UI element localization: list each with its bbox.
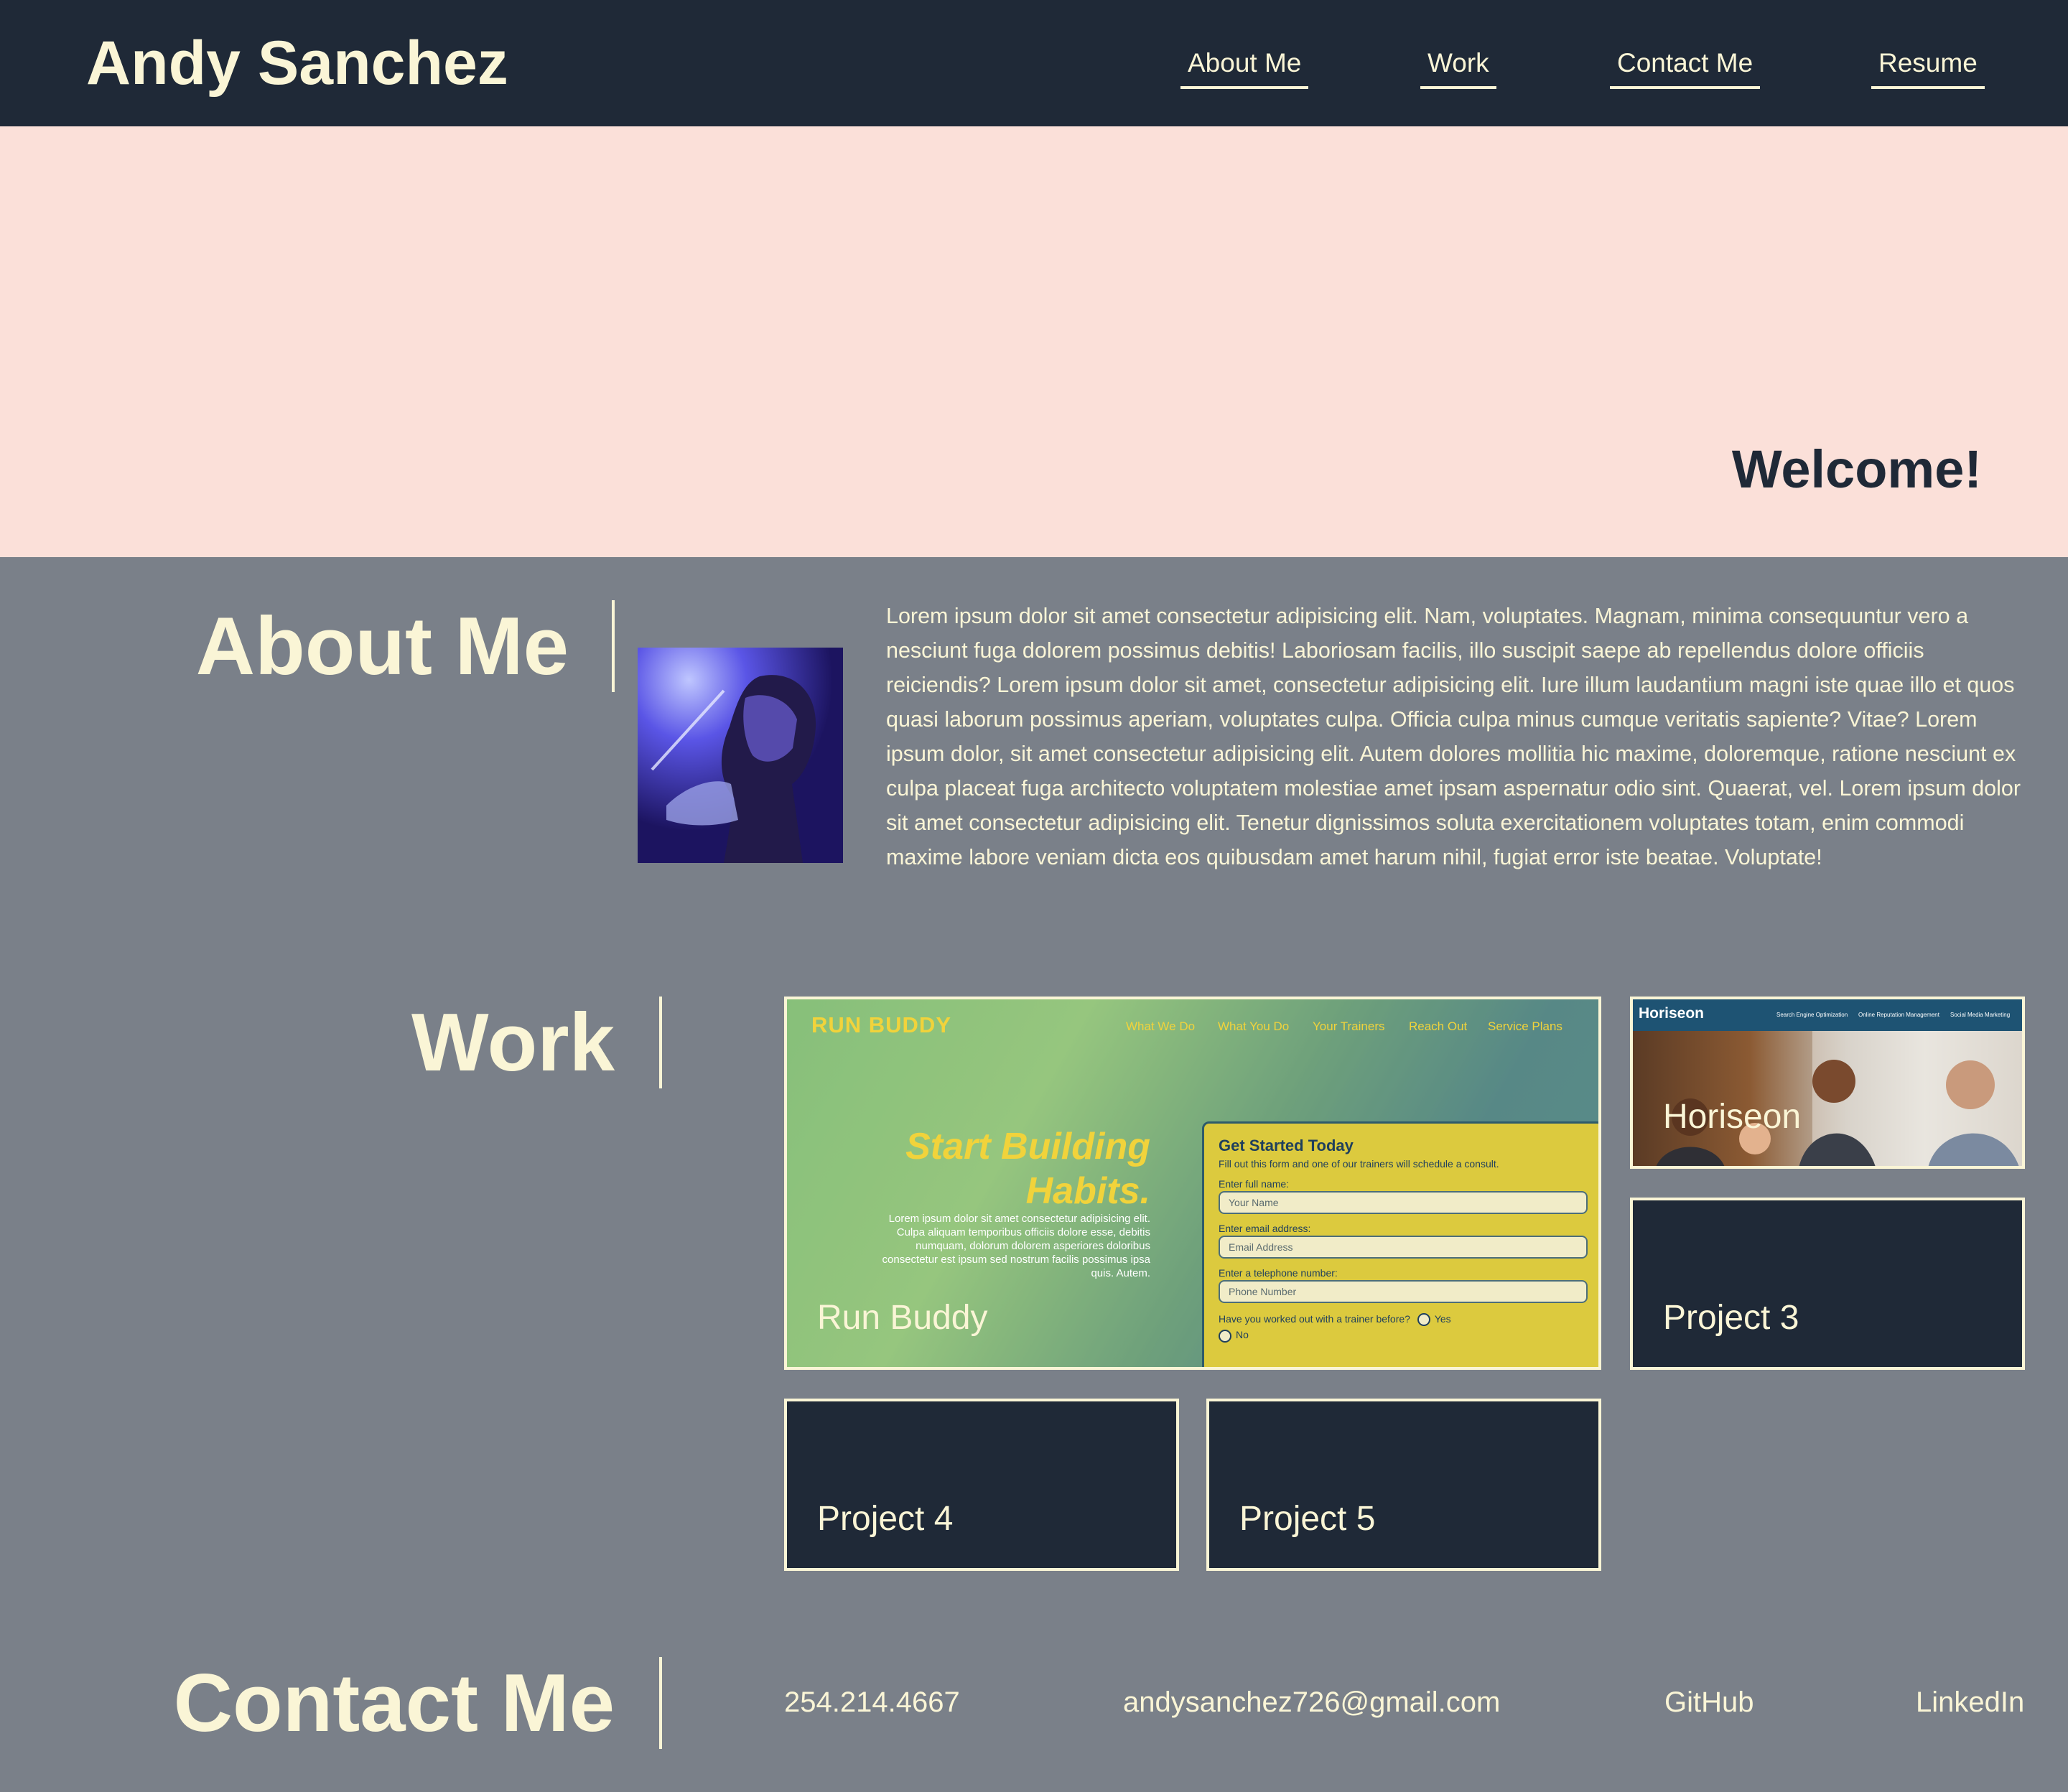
- run-buddy-form-input: Email Address: [1219, 1236, 1588, 1259]
- about-paragraph: Lorem ipsum dolor sit amet consectetur a…: [886, 604, 2021, 869]
- work-title-divider: [659, 997, 662, 1088]
- hero-banner: Welcome!: [0, 126, 2068, 557]
- nav-link-work[interactable]: Work: [1420, 47, 1496, 89]
- radio-icon: [1219, 1329, 1231, 1343]
- project-card-run-buddy[interactable]: RUN BUDDY What We Do What You Do Your Tr…: [784, 997, 1601, 1370]
- run-buddy-form-input: Phone Number: [1219, 1280, 1588, 1303]
- work-title: Work: [411, 997, 615, 1088]
- radio-icon: [1417, 1313, 1430, 1327]
- nav-link-resume[interactable]: Resume: [1871, 47, 1985, 89]
- project-card-5[interactable]: Project 5: [1206, 1399, 1601, 1571]
- about-title: About Me: [195, 601, 569, 692]
- run-buddy-form-label: Enter a telephone number:: [1219, 1267, 1338, 1279]
- run-buddy-preview-headline: Start Building Habits.: [905, 1126, 1150, 1212]
- run-buddy-form-label: Enter email address:: [1219, 1223, 1311, 1234]
- project-label: Project 3: [1663, 1299, 1799, 1337]
- project-card-horiseon[interactable]: Horiseon Search Engine Optimization Onli…: [1630, 997, 2025, 1169]
- contact-github-link[interactable]: GitHub: [1664, 1684, 1754, 1720]
- about-title-divider: [612, 600, 615, 692]
- contact-title: Contact Me: [173, 1658, 615, 1749]
- run-buddy-preview-nav-item: What You Do: [1218, 1019, 1290, 1033]
- project-label: Project 5: [1239, 1500, 1376, 1538]
- run-buddy-form-title: Get Started Today: [1219, 1137, 1354, 1154]
- nav-link-about-me[interactable]: About Me: [1180, 47, 1309, 89]
- run-buddy-preview-nav-item: Service Plans: [1488, 1019, 1562, 1033]
- welcome-heading: Welcome!: [1731, 439, 1982, 499]
- contact-linkedin-link[interactable]: LinkedIn: [1916, 1684, 2024, 1720]
- site-header: Andy Sanchez About Me Work Contact Me Re…: [0, 0, 2068, 126]
- site-name[interactable]: Andy Sanchez: [86, 29, 508, 98]
- nav-link-contact-me[interactable]: Contact Me: [1610, 47, 1761, 89]
- contact-title-divider: [659, 1657, 662, 1749]
- run-buddy-preview-nav-item: What We Do: [1126, 1019, 1196, 1033]
- project-label: Horiseon: [1663, 1098, 1802, 1136]
- project-card-4[interactable]: Project 4: [784, 1399, 1179, 1571]
- run-buddy-preview-nav-item: Your Trainers: [1313, 1019, 1385, 1033]
- project-label: Project 4: [817, 1500, 954, 1538]
- run-buddy-preview-form: Get Started Today Fill out this form and…: [1202, 1121, 1598, 1367]
- horiseon-preview-brand: Horiseon: [1639, 1005, 1705, 1022]
- project-label: Run Buddy: [817, 1299, 988, 1337]
- contact-email-link[interactable]: andysanchez726@gmail.com: [1123, 1684, 1500, 1720]
- run-buddy-form-question: Have you worked out with a trainer befor…: [1219, 1313, 1588, 1327]
- run-buddy-form-subtitle: Fill out this form and one of our traine…: [1219, 1158, 1499, 1170]
- run-buddy-form-label: Enter full name:: [1219, 1178, 1290, 1190]
- contact-phone-link[interactable]: 254.214.4667: [784, 1684, 960, 1720]
- horiseon-preview-header: Horiseon Search Engine Optimization Onli…: [1633, 999, 2022, 1031]
- profile-photo: [638, 648, 843, 863]
- run-buddy-preview-nav-item: Reach Out: [1409, 1019, 1468, 1033]
- run-buddy-form-input: Your Name: [1219, 1191, 1588, 1214]
- run-buddy-preview-body: Lorem ipsum dolor sit amet consectetur a…: [882, 1213, 1150, 1279]
- run-buddy-preview-brand: RUN BUDDY: [811, 1012, 951, 1037]
- project-card-3[interactable]: Project 3: [1630, 1198, 2025, 1370]
